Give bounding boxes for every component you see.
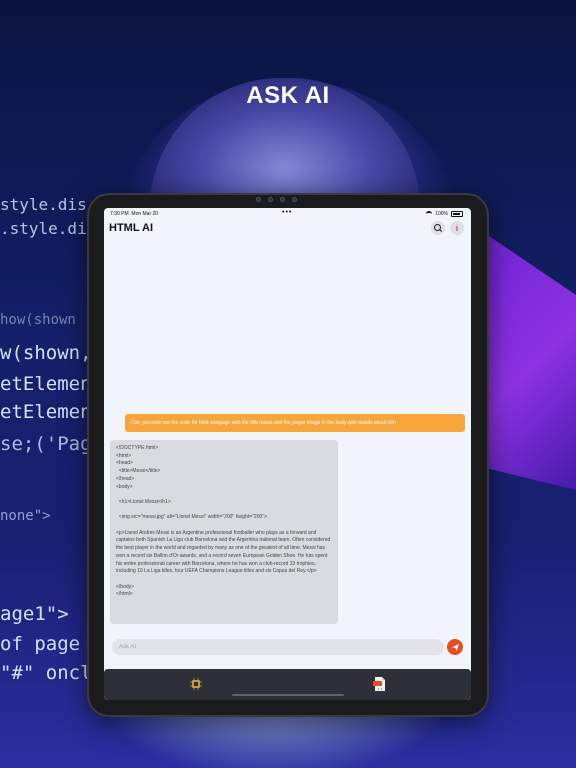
- user-message-bubble: Can you write me the code for html webpa…: [125, 414, 465, 432]
- camera-dot: [268, 197, 273, 202]
- headline: ASK AI: [246, 82, 330, 109]
- camera-dot: [280, 197, 285, 202]
- code-line: .style.di: [0, 219, 87, 238]
- ask-ai-input[interactable]: [112, 639, 444, 655]
- status-date: Mon Mar 20: [131, 211, 159, 217]
- html-file-icon: [373, 677, 385, 691]
- code-line: how(shown: [0, 312, 76, 328]
- wifi-icon: [426, 211, 433, 217]
- info-button[interactable]: i: [450, 221, 464, 235]
- code-line: <p>Lionel Andres Messi is an Argentine p…: [116, 529, 331, 575]
- search-button[interactable]: [431, 221, 445, 235]
- camera-dot: [256, 197, 261, 202]
- camera-bar: [256, 197, 297, 203]
- tab-html-files[interactable]: [372, 676, 388, 692]
- status-bar: 7:30 PM Mon Mar 20 ••• 100%: [104, 208, 471, 220]
- code-line: <body>: [116, 483, 133, 490]
- tab-ai-chat[interactable]: [188, 676, 204, 692]
- code-line: w(shown,: [0, 342, 92, 364]
- ai-response-bubble: <!DOCTYPE html> <html> <head> <title>Mes…: [110, 440, 338, 624]
- app-title: HTML AI: [109, 222, 153, 234]
- code-line: <img src="messi.jpg" alt="Lionel Messi" …: [116, 514, 267, 521]
- battery-percent: 100%: [435, 211, 448, 217]
- code-line: age1">: [0, 603, 69, 625]
- status-time: 7:30 PM Mon Mar 20: [110, 211, 158, 217]
- status-clock: 7:30 PM: [110, 211, 129, 217]
- battery-icon: [451, 211, 463, 217]
- send-button[interactable]: [447, 639, 463, 655]
- search-icon: [433, 223, 441, 231]
- code-line: none">: [0, 508, 51, 524]
- code-line: <!DOCTYPE html>: [116, 445, 159, 451]
- code-line: <html>: [116, 452, 132, 459]
- code-line: "#" oncl: [0, 662, 92, 684]
- code-line: <title>Messi</title>: [116, 468, 161, 475]
- code-line: of page: [0, 633, 81, 655]
- code-line: </body>: [116, 583, 135, 590]
- app-screen: 7:30 PM Mon Mar 20 ••• 100% HTML AI i Ca…: [104, 208, 471, 700]
- code-line: etElemen: [0, 401, 92, 423]
- home-indicator: [232, 694, 344, 696]
- multitask-dots[interactable]: •••: [282, 209, 292, 216]
- code-line: <head>: [116, 460, 133, 467]
- code-line: etElemen: [0, 373, 92, 395]
- camera-dot: [292, 197, 297, 202]
- info-icon: i: [455, 223, 459, 233]
- tab-bar: [104, 669, 471, 700]
- code-line: <h1>Lionel Messi</h1>: [116, 498, 171, 505]
- code-line: se;('Pag: [0, 433, 92, 455]
- chip-icon: [190, 678, 202, 690]
- send-icon: [451, 643, 459, 651]
- code-line: </html>: [116, 591, 133, 598]
- status-right: 100%: [426, 211, 463, 217]
- code-line: style.dis: [0, 195, 87, 214]
- code-line: </head>: [116, 475, 135, 482]
